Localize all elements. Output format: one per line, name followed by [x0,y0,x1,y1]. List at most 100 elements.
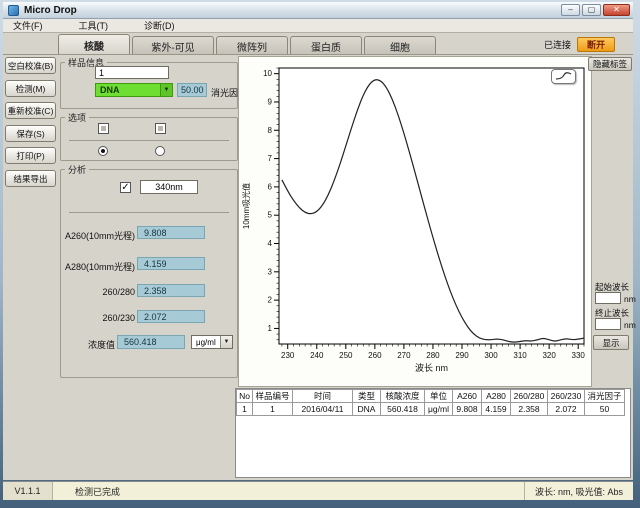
unit-value: μg/ml [192,338,220,347]
analysis-wavelength-checkbox[interactable]: ✓ [120,182,131,193]
option-radio-1[interactable] [98,146,108,156]
show-button[interactable]: 显示 [593,335,629,350]
results-table: No样品编号时间类型核酸浓度单位A260A280260/280260/230消光… [236,389,625,416]
tab-microarray[interactable]: 微阵列 [216,36,288,55]
app-icon [8,5,19,16]
minimize-button[interactable]: – [561,4,580,16]
concentration-value: 560.418 [117,335,185,349]
curve-icon [552,70,575,83]
menu-diagnostics[interactable]: 诊断(D) [134,18,185,33]
x-tick-label: 330 [572,351,586,360]
ratio-260-280-label: 260/280 [63,287,135,297]
tab-protein[interactable]: 蛋白质 [290,36,362,55]
y-tick-label: 2 [268,296,273,305]
print-button[interactable]: 打印(P) [5,147,56,164]
status-message: 检测已完成 [53,485,524,498]
export-results-button[interactable]: 结果导出 [5,170,56,187]
options-divider [69,140,229,141]
table-cell: 2.358 [511,403,548,416]
table-cell: 2016/04/11 [293,403,353,416]
tab-cell[interactable]: 细胞 [364,36,436,55]
table-cell: 4.159 [482,403,511,416]
y-axis-title: 10mm吸光值 [241,183,251,229]
analysis-group-label: 分析 [65,163,89,176]
tab-underline [3,54,633,55]
status-bar: V1.1.1 检测已完成 波长: nm, 吸光值: Abs [3,481,633,500]
y-tick-label: 3 [268,267,273,276]
table-cell: 1 [237,403,253,416]
table-header-cell: 核酸浓度 [381,390,425,403]
table-header-cell: 样品编号 [253,390,293,403]
menu-bar: 文件(F) 工具(T) 诊断(D) [3,19,633,33]
sample-type-value: DNA [96,85,160,95]
curve-legend-button[interactable] [551,69,576,84]
version-label: V1.1.1 [3,482,53,500]
a280-label: A280(10mm光程) [63,260,135,273]
a260-value: 9.808 [137,226,205,239]
hide-labels-button[interactable]: 隐藏标签 [588,57,632,71]
x-tick-label: 230 [281,351,295,360]
ratio-260-230-label: 260/230 [63,313,135,323]
table-cell: 560.418 [381,403,425,416]
table-cell: 50 [585,403,625,416]
unit-select[interactable]: μg/ml ▼ [191,335,233,349]
chevron-down-icon: ▼ [220,336,232,348]
sample-type-select[interactable]: DNA ▼ [95,83,173,97]
maximize-button[interactable]: ▢ [582,4,601,16]
window-title: Micro Drop [24,5,77,16]
blank-calibrate-button[interactable]: 空白校准(B) [5,57,56,74]
results-table-panel: No样品编号时间类型核酸浓度单位A260A280260/280260/230消光… [235,388,631,478]
close-button[interactable]: ✕ [603,4,630,16]
tab-strip: 核酸 紫外-可见 微阵列 蛋白质 细胞 [58,34,438,55]
analysis-wavelength-input[interactable] [140,180,198,194]
x-axis-title: 波长 nm [415,362,448,373]
table-header-cell: 类型 [353,390,381,403]
table-row[interactable]: 112016/04/11DNA560.418μg/ml9.8084.1592.3… [237,403,625,416]
spectrum-chart-panel: 2302402502602702802903003103203301234567… [238,56,592,387]
sample-id-input[interactable] [95,66,169,79]
table-header-cell: 260/230 [548,390,585,403]
y-tick-label: 7 [268,154,273,163]
ratio-260-230-value: 2.072 [137,310,205,323]
start-nm-unit: nm [624,294,636,304]
measure-button[interactable]: 检测(M) [5,80,56,97]
extinction-factor-value: 50.00 [177,83,207,97]
x-tick-label: 300 [484,351,498,360]
x-tick-label: 310 [513,351,527,360]
option-checkbox-2[interactable] [155,123,166,134]
end-nm-unit: nm [624,320,636,330]
y-tick-label: 4 [268,239,273,248]
title-bar: Micro Drop – ▢ ✕ [3,2,633,19]
start-wavelength-input[interactable] [595,292,621,304]
tab-nucleic-acid[interactable]: 核酸 [58,34,130,55]
a260-label: A260(10mm光程) [63,229,135,242]
table-cell: 9.808 [453,403,482,416]
y-tick-label: 8 [268,126,273,135]
menu-file[interactable]: 文件(F) [3,18,53,33]
y-tick-label: 1 [268,324,273,333]
recalibrate-button[interactable]: 重新校准(C) [5,102,56,119]
tab-uv-vis[interactable]: 紫外-可见 [132,36,214,55]
disconnect-button[interactable]: 断开 [577,37,615,52]
y-tick-label: 10 [263,69,272,78]
table-header-row: No样品编号时间类型核酸浓度单位A260A280260/280260/230消光… [237,390,625,403]
table-header-cell: A260 [453,390,482,403]
x-tick-label: 320 [542,351,556,360]
table-header-cell: 260/280 [511,390,548,403]
table-header-cell: No [237,390,253,403]
save-button[interactable]: 保存(S) [5,125,56,142]
x-tick-label: 290 [455,351,469,360]
table-cell: μg/ml [425,403,453,416]
option-radio-2[interactable] [155,146,165,156]
analysis-divider [69,212,229,213]
client-area: 核酸 紫外-可见 微阵列 蛋白质 细胞 已连接 断开 空白校准(B) 检测(M)… [3,33,633,480]
app-window: Micro Drop – ▢ ✕ 文件(F) 工具(T) 诊断(D) 核酸 紫外… [0,0,640,508]
table-header-cell: 时间 [293,390,353,403]
table-cell: 2.072 [548,403,585,416]
table-header-cell: 消光因子 [585,390,625,403]
y-tick-label: 9 [268,97,273,106]
menu-tools[interactable]: 工具(T) [69,18,119,33]
option-checkbox-1[interactable] [98,123,109,134]
spectrum-chart: 2302402502602702802903003103203301234567… [239,57,591,386]
end-wavelength-input[interactable] [595,318,621,330]
